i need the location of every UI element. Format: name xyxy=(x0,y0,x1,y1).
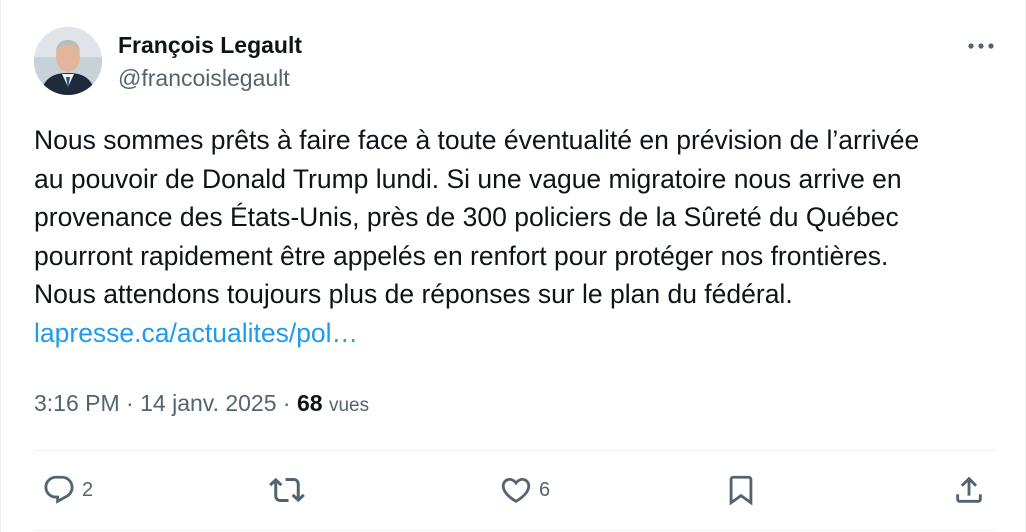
tweet-text-line: pourront rapidement être appelés en renf… xyxy=(34,240,889,271)
meta-separator: · xyxy=(276,390,297,416)
tweet-text-line: au pouvoir de Donald Trump lundi. Si une… xyxy=(34,163,902,194)
views-count: 68 xyxy=(296,390,323,416)
tweet-time[interactable]: 3:16 PM xyxy=(34,390,120,416)
retweet-icon xyxy=(269,477,305,503)
bookmark-icon xyxy=(729,475,753,506)
reply-count: 2 xyxy=(82,478,94,501)
tweet-meta: 3:16 PM · 14 janv. 2025 · 68 vues xyxy=(34,387,369,422)
like-count: 6 xyxy=(539,478,551,501)
tweet-text-line: Nous sommes prêts à faire face à toute é… xyxy=(34,125,920,155)
retweet-button[interactable] xyxy=(269,470,305,510)
divider xyxy=(34,530,996,531)
heart-icon xyxy=(501,477,531,503)
meta-separator: · xyxy=(119,390,141,416)
action-bar: 2 6 xyxy=(34,470,996,510)
tweet-text-line: provenance des États-Unis, près de 300 p… xyxy=(34,202,899,232)
article-link[interactable]: lapresse.ca/actualites/pol… xyxy=(34,318,358,348)
more-horizontal-icon[interactable] xyxy=(963,34,999,58)
divider xyxy=(34,450,996,451)
share-button[interactable] xyxy=(952,470,986,510)
views-label: vues xyxy=(328,395,370,416)
avatar[interactable] xyxy=(34,27,102,95)
tweet-date[interactable]: 14 janv. 2025 xyxy=(140,390,276,416)
share-icon xyxy=(956,476,982,503)
tweet-text-line: Nous attendons toujours plus de réponses… xyxy=(34,279,793,309)
reply-button[interactable]: 2 xyxy=(42,470,93,510)
tweet-card: François Legault @francoislegault Nous s… xyxy=(0,0,1026,532)
like-button[interactable]: 6 xyxy=(499,470,550,510)
author-name[interactable]: François Legault xyxy=(118,31,302,59)
reply-icon xyxy=(44,475,74,504)
bookmark-button[interactable] xyxy=(724,470,758,510)
author-handle[interactable]: @francoislegault xyxy=(118,64,290,92)
tweet-text: Nous sommes prêts à faire face à toute é… xyxy=(34,121,999,352)
